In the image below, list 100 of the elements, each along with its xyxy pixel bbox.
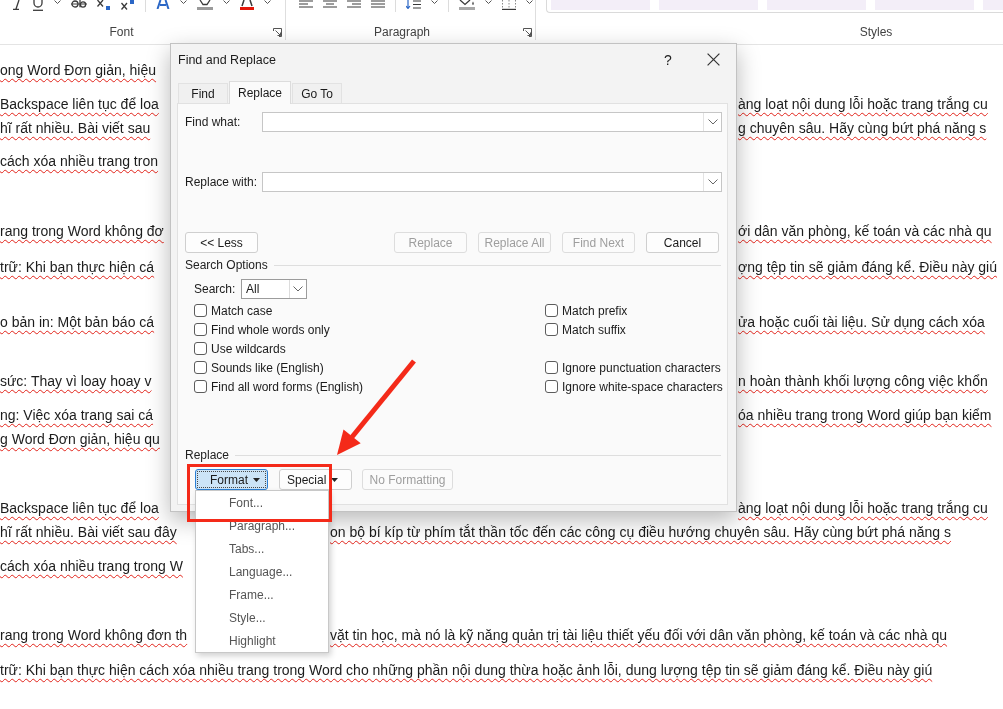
document-text: Backspace liên tục để loa: [0, 499, 159, 518]
highlighter-icon[interactable]: [197, 0, 213, 10]
checkbox[interactable]: [545, 323, 558, 336]
help-button[interactable]: ?: [658, 48, 678, 71]
document-text: trữ: Khi bạn thực hiện cách xóa nhiều trang trong Word cho những phần nội dung thừa hoặc ảnh lỗi, dung lượng tệp tin sẽ giảm đáng kể. Điều này giú: [0, 661, 933, 680]
font-color-icon[interactable]: [240, 0, 254, 10]
underline-icon[interactable]: [32, 0, 44, 11]
section-title: Search Options: [185, 258, 268, 272]
italic-icon[interactable]: [12, 0, 22, 10]
checkbox-label: Find all word forms (English): [211, 379, 364, 394]
dialog-launcher-icon[interactable]: [273, 27, 282, 37]
checkbox[interactable]: [194, 304, 207, 317]
chevron-down-icon[interactable]: [707, 119, 718, 125]
dialog-launcher-icon[interactable]: [523, 27, 532, 37]
justify-icon[interactable]: [371, 0, 385, 8]
subscript-icon[interactable]: [97, 0, 111, 10]
dropdown-input-field[interactable]: [262, 172, 722, 192]
document-text: g chuyên sâu. Hãy cùng bứt phá năng s: [738, 119, 987, 138]
checkbox-label: Use wildcards: [211, 341, 286, 356]
checkbox-label: Match prefix: [562, 303, 628, 318]
menu-item[interactable]: Font...: [196, 492, 328, 515]
document-text: vặt tin học, mà nó là kỹ năng quản trị tài liệu thiết yếu đối với dân văn phòng, kế toán và các nhà qu: [330, 626, 948, 645]
document-text: óa nhiều trang trong Word giúp bạn kiểm: [738, 406, 992, 425]
checkbox-label: Ignore punctuation characters: [562, 360, 721, 375]
document-text: rang trong Word không đơn th: [0, 626, 188, 645]
document-text: cách xóa nhiều trang tron: [0, 152, 158, 171]
menu-item[interactable]: Frame...: [196, 584, 328, 607]
document-text: ửa hoặc cuối tài liệu. Sử dụng cách xóa: [738, 313, 985, 332]
checkbox[interactable]: [194, 342, 207, 355]
checkbox[interactable]: [194, 361, 207, 374]
dropdown-input-field[interactable]: [262, 112, 722, 132]
dialog-title: Find and Replace: [178, 52, 276, 67]
tab[interactable]: Find: [178, 83, 228, 103]
document-text: o bản in: Một bản báo cá: [0, 313, 155, 332]
text-effects-icon[interactable]: [156, 0, 170, 9]
menu-item[interactable]: Tabs...: [196, 538, 328, 561]
caret-icon[interactable]: [223, 0, 230, 4]
caret-icon: [253, 477, 260, 482]
document-text: hĩ rất nhiều. Bài viết sau đây: [0, 523, 177, 542]
checkbox[interactable]: [194, 380, 207, 393]
group-label: Font: [108, 25, 135, 39]
document-text: n hoàn thành khối lượng công việc khổn: [738, 372, 988, 391]
caret-icon[interactable]: [485, 0, 492, 4]
menu-item[interactable]: Highlight: [196, 630, 328, 653]
checkbox[interactable]: [545, 380, 558, 393]
borders-icon[interactable]: [502, 0, 516, 10]
document-text: ng: Việc xóa trang sai cá: [0, 406, 154, 425]
close-icon: [706, 53, 720, 66]
search-select[interactable]: All: [241, 279, 307, 299]
document-text: trữ: Khi bạn thực hiện cá: [0, 258, 155, 277]
group-label: Paragraph: [372, 25, 431, 39]
document-text: ới dân văn phòng, kế toán và các nhà qu: [738, 222, 992, 241]
tab[interactable]: Go To: [292, 83, 343, 103]
document-text: ợng tệp tin sẽ giảm đáng kể. Điều này giú: [738, 258, 997, 277]
document-text: on bộ bí kíp từ phím tắt thần tốc đến các công cụ điều hướng chuyên sâu. Hãy cùng bứt phá năng s: [330, 523, 952, 542]
menu-item[interactable]: Paragraph...: [196, 515, 328, 538]
document-text: ong Word Đơn giản, hiệu: [0, 61, 157, 80]
checkbox-label: Sounds like (English): [211, 360, 324, 375]
checkbox-label: Ignore white-space characters: [562, 379, 723, 394]
section-title: Replace: [185, 448, 230, 462]
strikethrough-icon[interactable]: [71, 0, 87, 8]
align-right-icon[interactable]: [347, 0, 361, 8]
superscript-icon[interactable]: [121, 0, 135, 10]
checkbox-label: Find whole words only: [211, 322, 330, 337]
paint-bucket-icon[interactable]: [459, 0, 475, 10]
document-text: Backspace liên tục để loa: [0, 95, 159, 114]
menu-item[interactable]: Language...: [196, 561, 328, 584]
document-text: rang trong Word không đơ: [0, 222, 164, 241]
format-button[interactable]: Format: [195, 469, 268, 490]
chevron-down-icon[interactable]: [293, 286, 303, 292]
document-text: àng loạt nội dung lỗi hoặc trang trắng cu: [738, 95, 988, 114]
checkbox[interactable]: [194, 323, 207, 336]
checkbox-label: Match case: [211, 303, 273, 318]
document-text: àng loạt nội dung lỗi hoặc trang trắng cu: [738, 499, 988, 518]
document-text: sức: Thay vì loay hoay v: [0, 372, 152, 391]
group-label: Styles: [858, 25, 894, 39]
chevron-down-icon[interactable]: [707, 179, 718, 185]
document-text: cách xóa nhiều trang trong W: [0, 557, 183, 576]
menu-item[interactable]: Style...: [196, 607, 328, 630]
document-text: g Word Đơn giản, hiệu qu: [0, 430, 160, 449]
caret-icon[interactable]: [431, 0, 438, 4]
field-label: Search:: [194, 282, 237, 296]
caret-icon[interactable]: [264, 0, 271, 4]
caret-icon: [331, 477, 339, 482]
field-label: Replace with:: [185, 175, 259, 189]
less-button[interactable]: << Less: [185, 232, 258, 253]
checkbox[interactable]: [545, 304, 558, 317]
align-center-icon[interactable]: [323, 0, 337, 8]
caret-icon[interactable]: [180, 0, 187, 4]
special-button[interactable]: Special: [279, 469, 352, 490]
line-spacing-icon[interactable]: [406, 0, 421, 9]
caret-icon[interactable]: [526, 0, 533, 4]
tab[interactable]: Replace: [229, 81, 292, 104]
caret-icon[interactable]: [54, 0, 61, 4]
checkbox-label: Match suffix: [562, 322, 626, 337]
checkbox[interactable]: [545, 361, 558, 374]
document-text: hĩ rất nhiều. Bài viết sau: [0, 119, 151, 138]
cancel-button[interactable]: Cancel: [646, 232, 719, 253]
align-left-icon[interactable]: [299, 0, 313, 8]
field-label: Find what:: [185, 115, 242, 129]
